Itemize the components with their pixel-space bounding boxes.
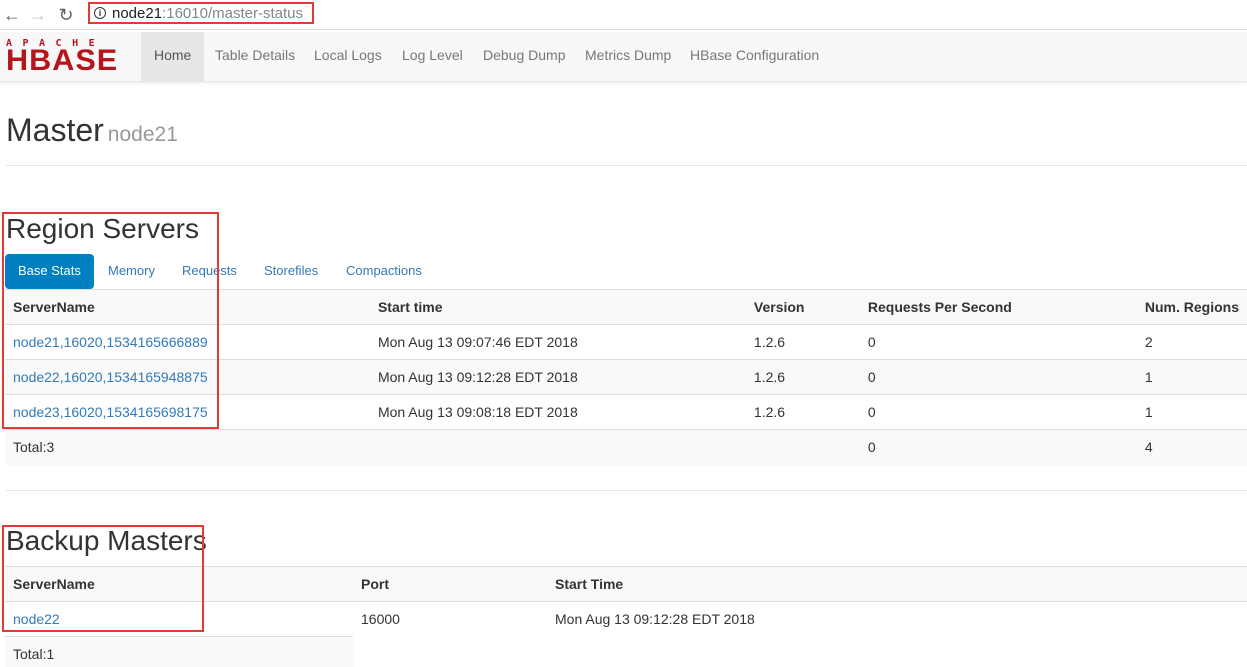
divider xyxy=(6,490,1247,491)
nav-local-logs[interactable]: Local Logs xyxy=(314,32,382,82)
divider xyxy=(6,165,1247,166)
nav-log-level[interactable]: Log Level xyxy=(402,32,463,82)
start-time: Mon Aug 13 09:08:18 EDT 2018 xyxy=(369,394,746,430)
address-bar[interactable]: i node21:16010/master-status xyxy=(88,2,314,24)
info-icon[interactable]: i xyxy=(94,7,106,19)
nav-debug-dump[interactable]: Debug Dump xyxy=(483,32,566,82)
nav-home[interactable]: Home xyxy=(141,32,205,82)
page-subtitle: node21 xyxy=(107,123,178,146)
reload-icon[interactable]: ↻ xyxy=(56,5,76,25)
num-regions: 2 xyxy=(1136,324,1247,360)
column-header[interactable]: Num. Regions xyxy=(1136,289,1247,325)
requests-per-second: 0 xyxy=(859,394,1137,430)
highlight-box xyxy=(2,525,204,632)
browser-toolbar: ← → ↻ i node21:16010/master-status xyxy=(0,0,1247,30)
tab-compactions[interactable]: Compactions xyxy=(333,254,435,289)
top-navbar: APACHE HBASE Home Table Details Local Lo… xyxy=(0,32,1247,82)
back-arrow-icon[interactable]: ← xyxy=(2,5,22,25)
backup-masters-total: Total:1 xyxy=(5,636,353,667)
num-regions: 1 xyxy=(1136,394,1247,430)
highlight-box xyxy=(2,212,219,429)
start-time: Mon Aug 13 09:12:28 EDT 2018 xyxy=(369,359,746,395)
total-row: Total:3 0 4 xyxy=(5,429,1247,465)
version: 1.2.6 xyxy=(745,394,860,430)
nav-hbase-configuration[interactable]: HBase Configuration xyxy=(690,32,819,82)
num-regions: 1 xyxy=(1136,359,1247,395)
total-row: Total:1 xyxy=(5,636,353,667)
total-label: Total:1 xyxy=(5,636,353,667)
column-header[interactable]: Start Time xyxy=(547,566,1247,602)
column-header[interactable]: Port xyxy=(353,566,547,602)
version: 1.2.6 xyxy=(745,324,860,360)
nav-table-details[interactable]: Table Details xyxy=(215,32,295,82)
url-text: node21:16010/master-status xyxy=(112,5,303,22)
forward-arrow-icon[interactable]: → xyxy=(28,5,48,25)
nav-metrics-dump[interactable]: Metrics Dump xyxy=(585,32,671,82)
total-label: Total:3 xyxy=(5,429,370,465)
total-requests: 0 xyxy=(859,429,1137,465)
version: 1.2.6 xyxy=(745,359,860,395)
column-header[interactable]: Version xyxy=(745,289,860,325)
column-header[interactable]: Requests Per Second xyxy=(859,289,1137,325)
start-time: Mon Aug 13 09:07:46 EDT 2018 xyxy=(369,324,746,360)
port: 16000 xyxy=(353,601,547,637)
tab-storefiles[interactable]: Storefiles xyxy=(251,254,331,289)
total-regions: 4 xyxy=(1136,429,1247,465)
hbase-logo[interactable]: APACHE HBASE xyxy=(6,38,130,76)
page-title-text: Master xyxy=(6,112,104,148)
requests-per-second: 0 xyxy=(859,324,1137,360)
requests-per-second: 0 xyxy=(859,359,1137,395)
start-time: Mon Aug 13 09:12:28 EDT 2018 xyxy=(547,601,1247,637)
column-header[interactable]: Start time xyxy=(369,289,746,325)
page-title: Master node21 xyxy=(6,112,178,149)
logo-hbase-text: HBASE xyxy=(6,44,119,77)
